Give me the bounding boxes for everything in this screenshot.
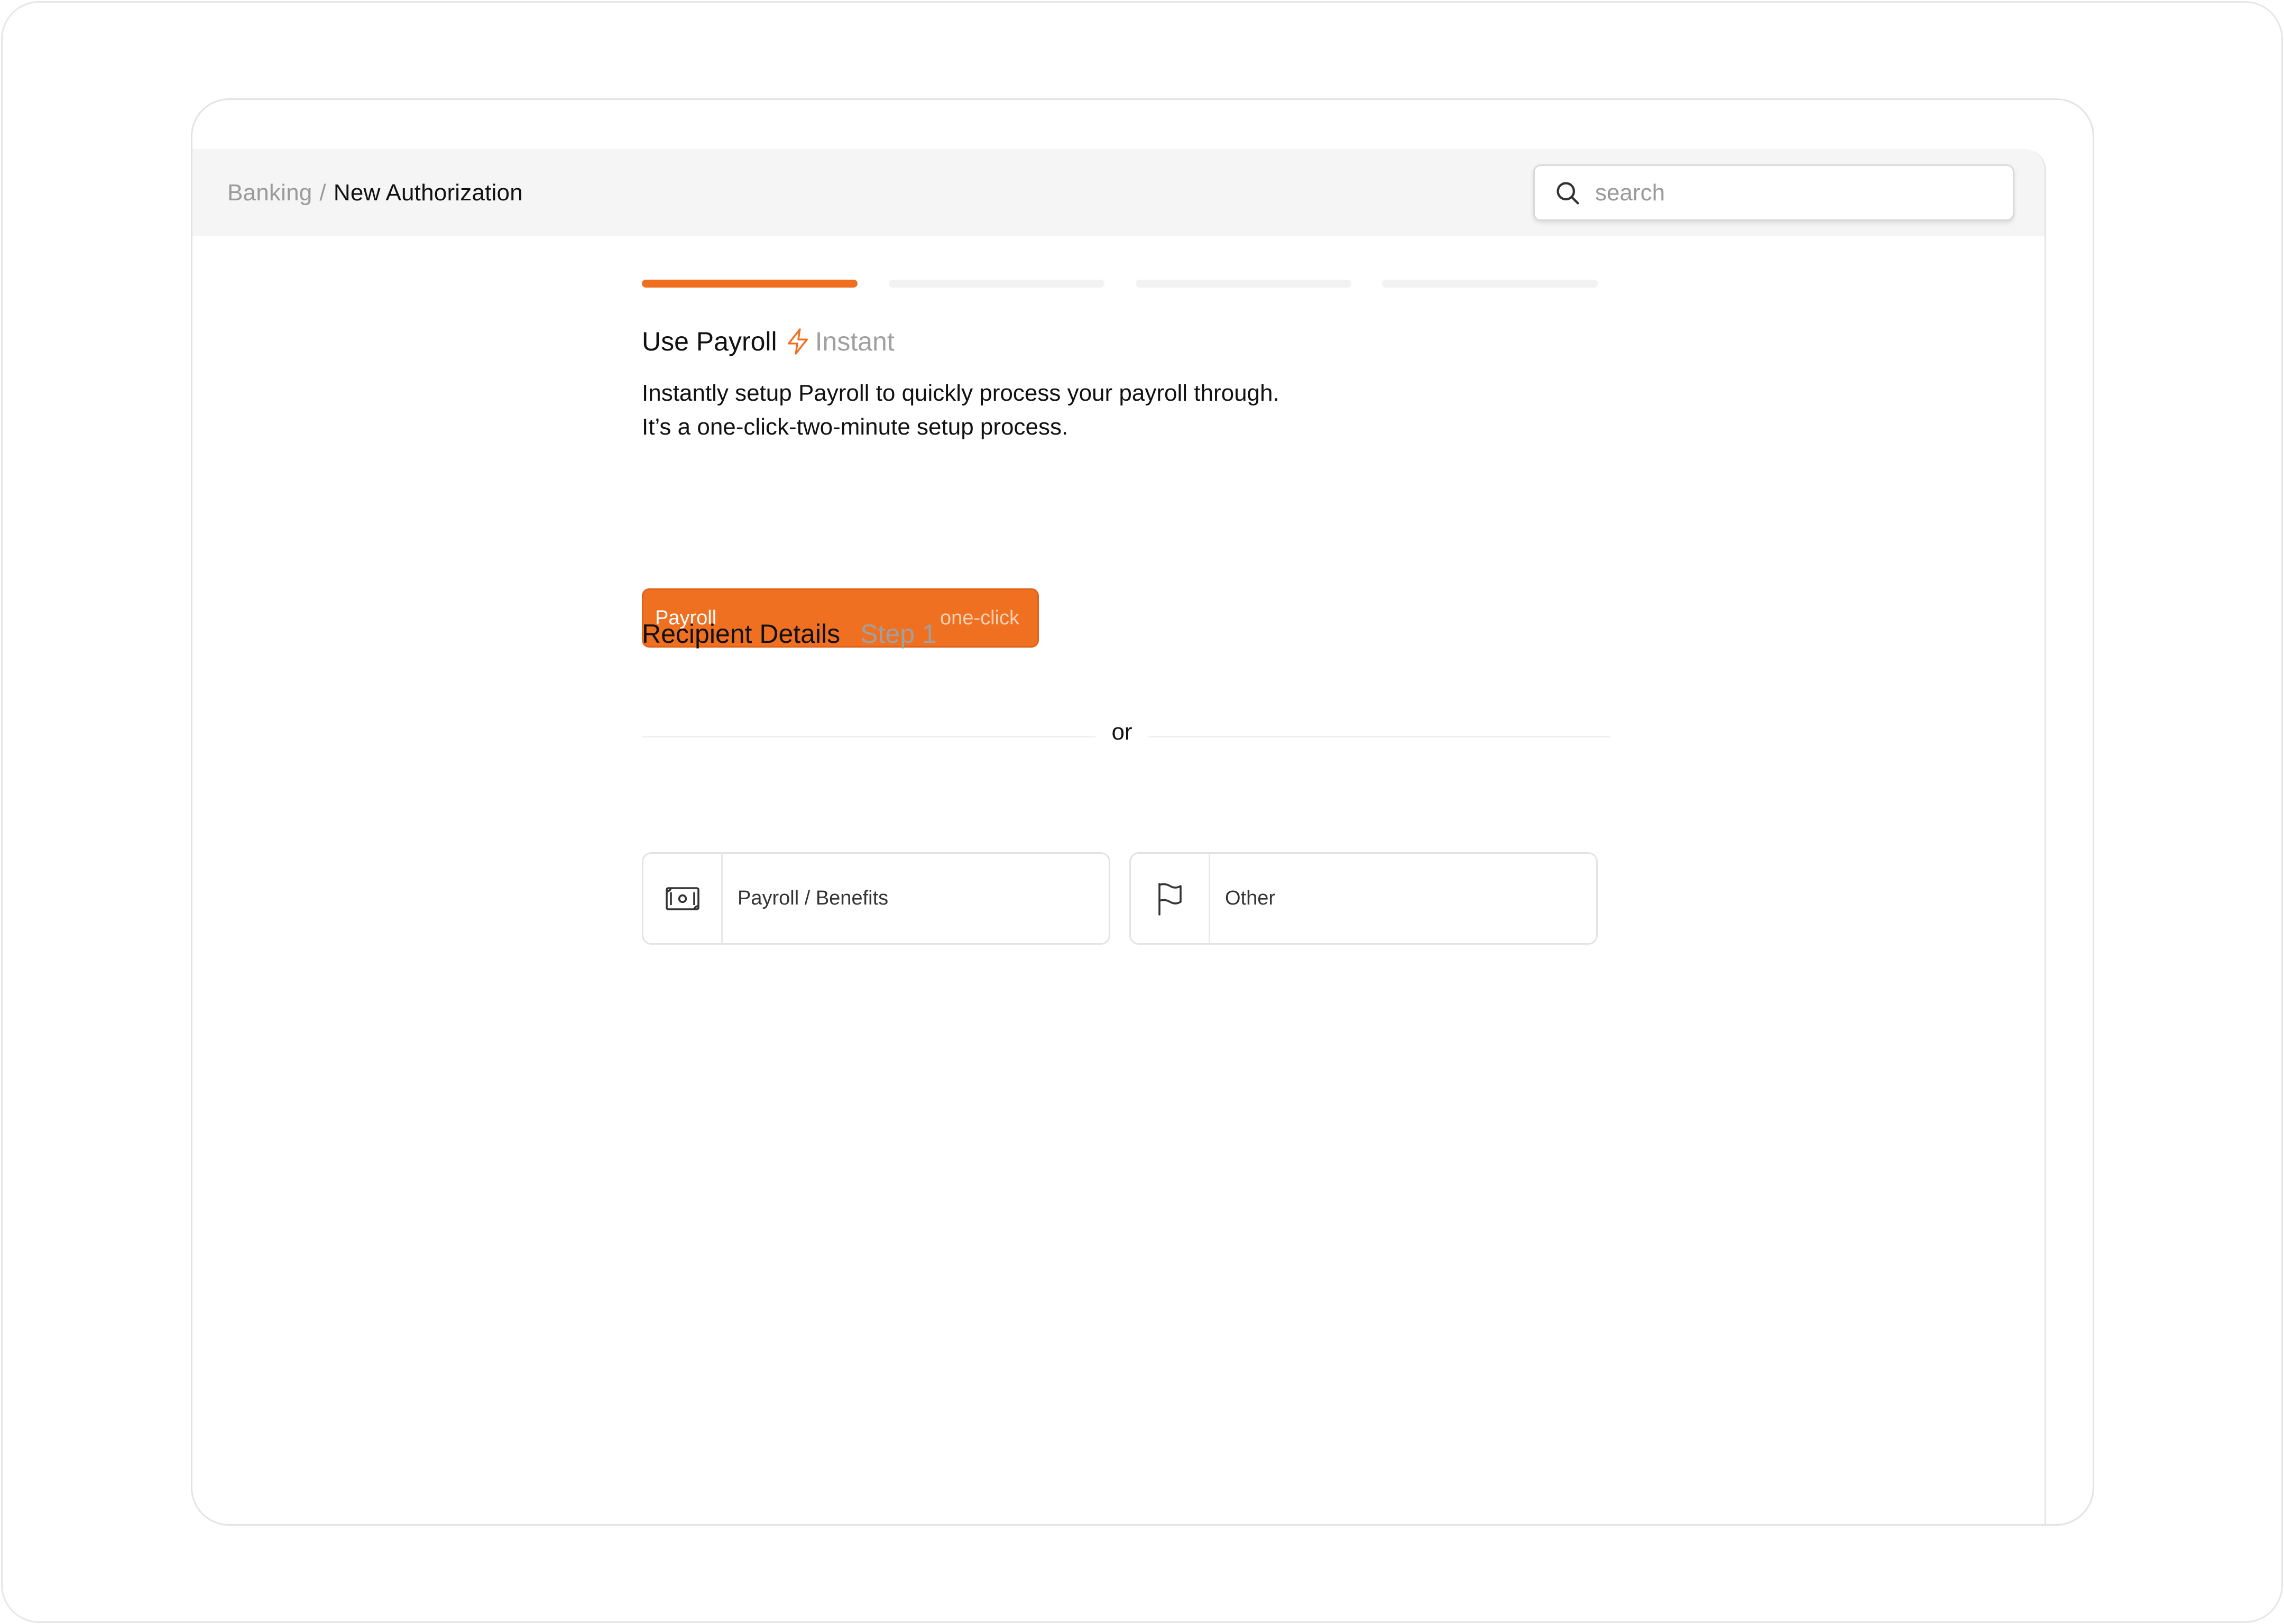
step-progress [642, 280, 1598, 288]
search-icon [1557, 181, 1579, 205]
banknote-icon [665, 887, 699, 910]
option-other-label: Other [1225, 887, 1276, 909]
recipient-details-title: Recipient Details [642, 619, 841, 649]
one-click-tag: one-click [940, 606, 1019, 629]
description-line-1: Instantly setup Payroll to quickly proce… [642, 380, 1279, 406]
divider-line-right [1148, 736, 1610, 737]
use-payroll-title: Use Payroll [642, 327, 777, 356]
lightning-bolt-icon [787, 328, 808, 355]
option-payroll-benefits[interactable]: Payroll / Benefits [642, 852, 1110, 945]
progress-step-2 [889, 280, 1104, 288]
option-payroll-benefits-label: Payroll / Benefits [738, 887, 889, 909]
progress-step-1 [642, 280, 858, 288]
flag-icon [1158, 882, 1182, 916]
step-indicator: Step 1 [860, 619, 937, 649]
app-window: Banking / New Authorization Use Pay [191, 98, 2094, 1526]
use-payroll-heading: Use Payroll Instant [642, 326, 895, 357]
option-icon-container [643, 854, 723, 943]
or-label: or [1111, 719, 1132, 745]
divider-line-left [642, 736, 1095, 737]
breadcrumb-separator: / [319, 179, 326, 206]
search-input[interactable] [1595, 179, 1997, 206]
breadcrumb-current: New Authorization [333, 179, 523, 206]
progress-step-3 [1136, 280, 1351, 288]
description-line-2: It’s a one-click-two-minute setup proces… [642, 414, 1069, 440]
recipient-details-heading: Recipient Details Step 1 [642, 619, 937, 649]
main-panel: Banking / New Authorization Use Pay [192, 149, 2046, 1524]
breadcrumb: Banking / New Authorization [227, 149, 523, 236]
instant-badge: Instant [815, 327, 895, 356]
option-other[interactable]: Other [1129, 852, 1598, 945]
search-box[interactable] [1533, 164, 2014, 221]
top-bar: Banking / New Authorization [192, 149, 2044, 236]
progress-step-4 [1382, 280, 1598, 288]
option-icon-container [1131, 854, 1210, 943]
use-payroll-description: Instantly setup Payroll to quickly proce… [642, 376, 1279, 444]
or-divider: or [642, 719, 1610, 756]
breadcrumb-banking[interactable]: Banking [227, 180, 312, 206]
